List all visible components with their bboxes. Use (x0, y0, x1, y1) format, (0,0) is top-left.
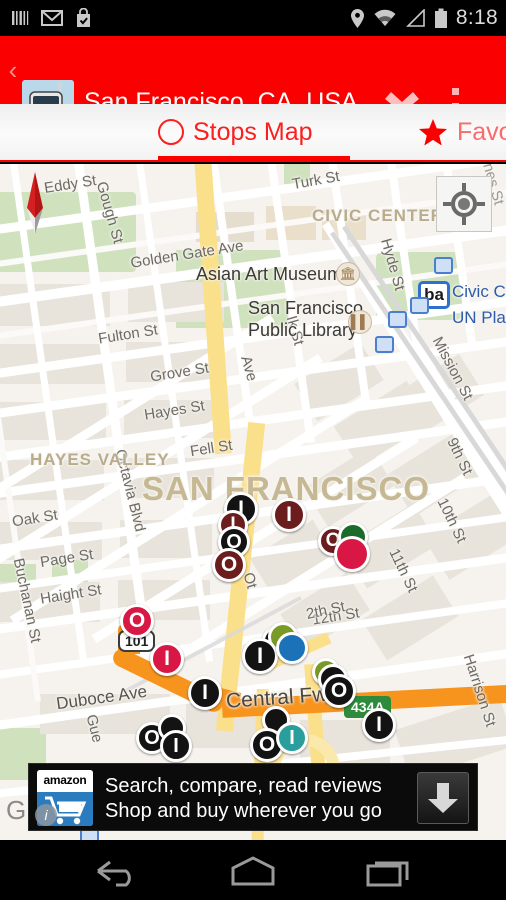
map-stop-marker[interactable]: I (150, 642, 184, 676)
google-attribution: G (6, 795, 27, 825)
circle-stop-icon (158, 119, 184, 145)
map-stop-marker[interactable]: I (362, 708, 396, 742)
status-bar-left-icons (10, 0, 93, 36)
tab-bar: Stops Map Favo (0, 104, 506, 162)
android-screen: 8:18 ‹ San Francisco, CA, USA Stops Map … (0, 0, 506, 900)
map-stop-marker[interactable]: I (188, 676, 222, 710)
ad-text: Search, compare, read reviews Shop and b… (105, 775, 382, 822)
map-canvas[interactable]: Eddy St Gough St Turk St Jones St Golden… (0, 164, 506, 840)
map-stop-marker[interactable] (334, 536, 370, 572)
tab-stops-map-label: Stops Map (193, 117, 313, 146)
ad-download-button[interactable] (417, 772, 469, 824)
map-stop-marker[interactable]: O (120, 604, 154, 638)
transit-stop-icon[interactable] (410, 297, 429, 314)
poi-label-library-line1: San Francisco (248, 298, 364, 318)
cell-signal-icon (405, 8, 425, 27)
my-location-button[interactable] (436, 176, 492, 232)
map-stop-marker[interactable]: O (212, 548, 246, 582)
map-stop-marker[interactable]: I (276, 722, 308, 754)
map-stop-marker[interactable] (276, 632, 308, 664)
shopping-bag-check-icon (77, 8, 90, 27)
map-stop-marker[interactable]: I (272, 498, 306, 532)
back-nav-button[interactable] (90, 854, 150, 888)
transit-stop-icon[interactable] (388, 311, 407, 328)
map-stop-marker[interactable]: I (160, 730, 192, 762)
transit-label-civic-center: Civic Cen (452, 282, 506, 301)
star-icon (419, 118, 447, 145)
map-stop-marker[interactable]: O (322, 674, 356, 708)
tab-stops-map[interactable]: Stops Map (158, 104, 313, 160)
battery-icon (434, 8, 447, 28)
tab-favorites-label: Favo (457, 117, 506, 146)
home-nav-button[interactable] (223, 854, 283, 888)
action-bar: ‹ (0, 36, 506, 134)
transit-label-un-plaza: UN Plaza (452, 308, 506, 327)
status-bar-clock: 8:18 (455, 6, 498, 29)
neighborhood-label: HAYES VALLEY (30, 450, 170, 469)
status-bar-right-icons: 8:18 (350, 0, 498, 36)
map-stop-marker[interactable]: I (242, 638, 278, 674)
wifi-icon (374, 9, 396, 26)
library-icon: ▌▌ (348, 310, 372, 334)
neighborhood-label: CIVIC CENTER (312, 206, 444, 225)
amazon-logo: amazon (37, 770, 93, 792)
overflow-dot (452, 88, 459, 95)
poi-label-library-line2: Public Library (248, 320, 358, 340)
transit-stop-icon[interactable] (434, 257, 453, 274)
compass-needle-icon[interactable] (24, 172, 46, 234)
poi-label-museum: Asian Art Museum (196, 264, 343, 284)
recents-nav-button[interactable] (358, 854, 418, 888)
active-tab-indicator (158, 156, 350, 162)
transit-stop-icon[interactable] (375, 336, 394, 353)
museum-icon: 🏛 (336, 262, 360, 286)
android-nav-bar (0, 840, 506, 900)
location-pin-icon (350, 8, 364, 28)
ad-info-icon[interactable]: i (35, 804, 57, 826)
barcode-icon (12, 11, 29, 25)
gmail-icon (41, 10, 63, 26)
tab-favorites[interactable]: Favo (418, 104, 506, 160)
ad-banner[interactable]: amazon i Search, compare, read reviews S… (28, 763, 478, 831)
status-bar: 8:18 (0, 0, 506, 36)
up-back-button[interactable]: ‹ (4, 57, 22, 84)
